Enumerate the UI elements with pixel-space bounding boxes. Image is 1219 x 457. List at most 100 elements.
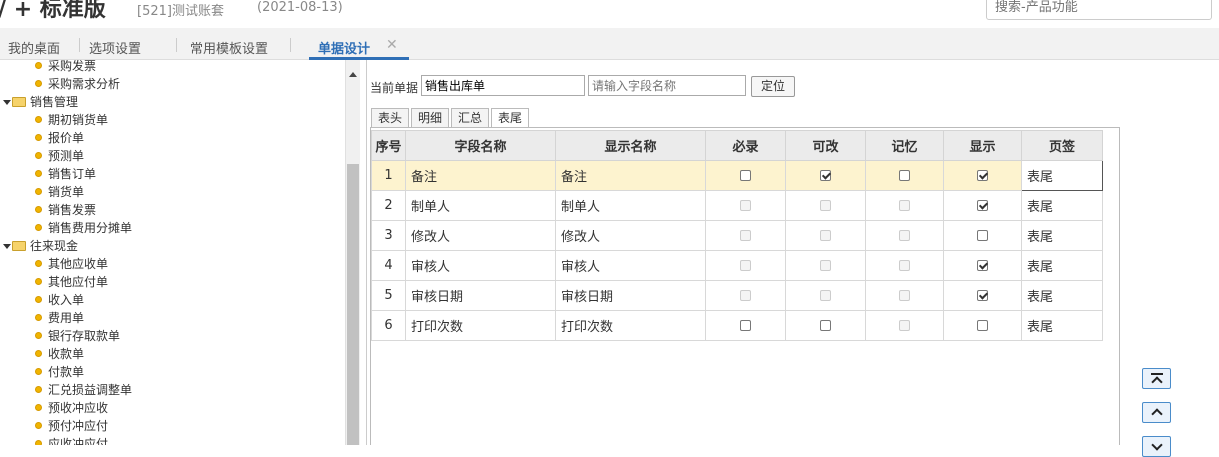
tree-item[interactable]: 收入单 bbox=[35, 291, 84, 308]
show-checkbox[interactable] bbox=[977, 230, 988, 241]
subtab-header[interactable]: 表头 bbox=[371, 108, 410, 128]
display-name-cell[interactable]: 修改人 bbox=[555, 220, 706, 251]
memory-checkbox bbox=[899, 260, 910, 271]
tree-item[interactable]: 预付冲应付 bbox=[35, 417, 108, 434]
editable-checkbox[interactable] bbox=[820, 170, 831, 181]
tree-item[interactable]: 销货单 bbox=[35, 183, 84, 200]
col-header-display-name: 显示名称 bbox=[555, 130, 706, 161]
col-header-show: 显示 bbox=[943, 130, 1022, 161]
tree-item[interactable]: 收款单 bbox=[35, 345, 84, 362]
tree-item[interactable]: 采购发票 bbox=[35, 60, 96, 74]
tab-template-settings[interactable]: 常用模板设置 bbox=[190, 38, 268, 57]
row-number: 3 bbox=[371, 220, 406, 251]
tab-option-settings[interactable]: 选项设置 bbox=[89, 38, 141, 57]
table-row[interactable]: 2 制单人 制单人 表尾 bbox=[371, 190, 1103, 221]
show-cell bbox=[943, 220, 1022, 251]
show-checkbox[interactable] bbox=[977, 290, 988, 301]
editable-cell bbox=[785, 220, 866, 251]
move-down-button[interactable] bbox=[1142, 436, 1171, 457]
tree-scrollbar[interactable] bbox=[345, 60, 360, 445]
show-checkbox[interactable] bbox=[977, 260, 988, 271]
field-name-cell[interactable]: 审核人 bbox=[405, 250, 556, 281]
table-row[interactable]: 1 备注 备注 表尾 bbox=[371, 160, 1103, 191]
tab-document-design[interactable]: 单据设计 bbox=[318, 38, 370, 57]
page-cell[interactable]: 表尾 bbox=[1021, 310, 1103, 341]
subtab-summary[interactable]: 汇总 bbox=[451, 108, 490, 128]
tree-item[interactable]: 销售费用分摊单 bbox=[35, 219, 132, 236]
row-number: 1 bbox=[371, 160, 406, 191]
show-checkbox[interactable] bbox=[977, 320, 988, 331]
bullet-icon bbox=[35, 386, 42, 393]
tree-item[interactable]: 付款单 bbox=[35, 363, 84, 380]
required-checkbox bbox=[740, 260, 751, 271]
page-cell[interactable]: 表尾 bbox=[1021, 220, 1103, 251]
display-name-cell[interactable]: 打印次数 bbox=[555, 310, 706, 341]
locate-button[interactable]: 定位 bbox=[751, 76, 795, 97]
top-bar-icon bbox=[1151, 373, 1163, 375]
show-checkbox[interactable] bbox=[977, 200, 988, 211]
close-icon[interactable]: ✕ bbox=[386, 37, 398, 53]
expand-arrow-icon[interactable] bbox=[3, 244, 11, 249]
page-cell[interactable]: 表尾 bbox=[1021, 160, 1103, 191]
bullet-icon bbox=[35, 62, 42, 69]
required-checkbox[interactable] bbox=[740, 320, 751, 331]
page-cell[interactable]: 表尾 bbox=[1021, 280, 1103, 311]
chevron-up-icon bbox=[1151, 376, 1163, 388]
table-row[interactable]: 3 修改人 修改人 表尾 bbox=[371, 220, 1103, 251]
tree-item[interactable]: 其他应收单 bbox=[35, 255, 108, 272]
current-document-field[interactable] bbox=[421, 75, 585, 96]
tree-item[interactable]: 销售订单 bbox=[35, 165, 96, 182]
field-name-cell[interactable]: 打印次数 bbox=[405, 310, 556, 341]
required-checkbox[interactable] bbox=[740, 170, 751, 181]
field-name-search-input[interactable] bbox=[588, 75, 746, 96]
tree-group-sales[interactable]: 销售管理 bbox=[3, 93, 78, 110]
show-checkbox[interactable] bbox=[977, 170, 988, 181]
move-up-button[interactable] bbox=[1142, 402, 1171, 423]
table-row[interactable]: 6 打印次数 打印次数 表尾 bbox=[371, 310, 1103, 341]
table-row[interactable]: 4 审核人 审核人 表尾 bbox=[371, 250, 1103, 281]
tree-item[interactable]: 汇兑损益调整单 bbox=[35, 381, 132, 398]
field-name-cell[interactable]: 备注 bbox=[405, 160, 556, 191]
tree-item[interactable]: 销售发票 bbox=[35, 201, 96, 218]
tree-group-cash[interactable]: 往来现金 bbox=[3, 237, 78, 254]
move-to-top-button[interactable] bbox=[1142, 368, 1171, 389]
tree-item[interactable]: 其他应付单 bbox=[35, 273, 108, 290]
display-name-cell[interactable]: 审核日期 bbox=[555, 280, 706, 311]
show-cell bbox=[943, 190, 1022, 221]
editable-checkbox[interactable] bbox=[820, 320, 831, 331]
field-name-cell[interactable]: 审核日期 bbox=[405, 280, 556, 311]
display-name-cell[interactable]: 备注 bbox=[555, 160, 706, 191]
folder-icon bbox=[12, 241, 26, 251]
tree-item[interactable]: 应收冲应付 bbox=[35, 435, 108, 445]
tree-item[interactable]: 银行存取款单 bbox=[35, 327, 120, 344]
tree-item[interactable]: 预测单 bbox=[35, 147, 84, 164]
display-name-cell[interactable]: 审核人 bbox=[555, 250, 706, 281]
page-cell[interactable]: 表尾 bbox=[1021, 190, 1103, 221]
page-cell[interactable]: 表尾 bbox=[1021, 250, 1103, 281]
editable-cell bbox=[785, 190, 866, 221]
pane-divider[interactable] bbox=[366, 60, 367, 445]
memory-checkbox[interactable] bbox=[899, 170, 910, 181]
field-name-cell[interactable]: 修改人 bbox=[405, 220, 556, 251]
subtab-footer[interactable]: 表尾 bbox=[491, 108, 530, 128]
bullet-icon bbox=[35, 368, 42, 375]
expand-arrow-icon[interactable] bbox=[3, 100, 11, 105]
table-row[interactable]: 5 审核日期 审核日期 表尾 bbox=[371, 280, 1103, 311]
scroll-up-arrow-icon[interactable] bbox=[349, 72, 357, 77]
display-name-cell[interactable]: 制单人 bbox=[555, 190, 706, 221]
product-search-input[interactable] bbox=[986, 0, 1212, 20]
editable-checkbox bbox=[820, 290, 831, 301]
tree-item[interactable]: 费用单 bbox=[35, 309, 84, 326]
account-name: [521]测试账套 bbox=[137, 4, 224, 19]
scrollbar-thumb[interactable] bbox=[347, 164, 359, 445]
col-header-required: 必录 bbox=[705, 130, 786, 161]
field-name-cell[interactable]: 制单人 bbox=[405, 190, 556, 221]
chevron-up-icon bbox=[1151, 408, 1163, 420]
tree-item[interactable]: 期初销货单 bbox=[35, 111, 108, 128]
tree-item[interactable]: 采购需求分析 bbox=[35, 75, 120, 92]
tree-item[interactable]: 预收冲应收 bbox=[35, 399, 108, 416]
tree-item[interactable]: 报价单 bbox=[35, 129, 84, 146]
subtab-detail[interactable]: 明细 bbox=[411, 108, 450, 128]
tab-my-desktop[interactable]: 我的桌面 bbox=[8, 38, 60, 57]
bullet-icon bbox=[35, 422, 42, 429]
